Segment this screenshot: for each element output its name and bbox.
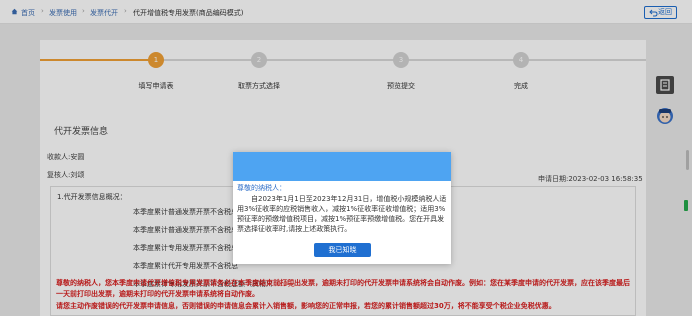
dialog-body: 自2023年1月1日至2023年12月31日，增值税小规模纳税人适用3%征收率的… (237, 195, 447, 233)
policy-notice-dialog: 尊敬的纳税人： 自2023年1月1日至2023年12月31日，增值税小规模纳税人… (233, 152, 451, 264)
acknowledge-button[interactable]: 我已知晓 (314, 243, 371, 257)
dialog-greeting: 尊敬的纳税人： (237, 184, 286, 192)
dialog-header (233, 152, 451, 181)
